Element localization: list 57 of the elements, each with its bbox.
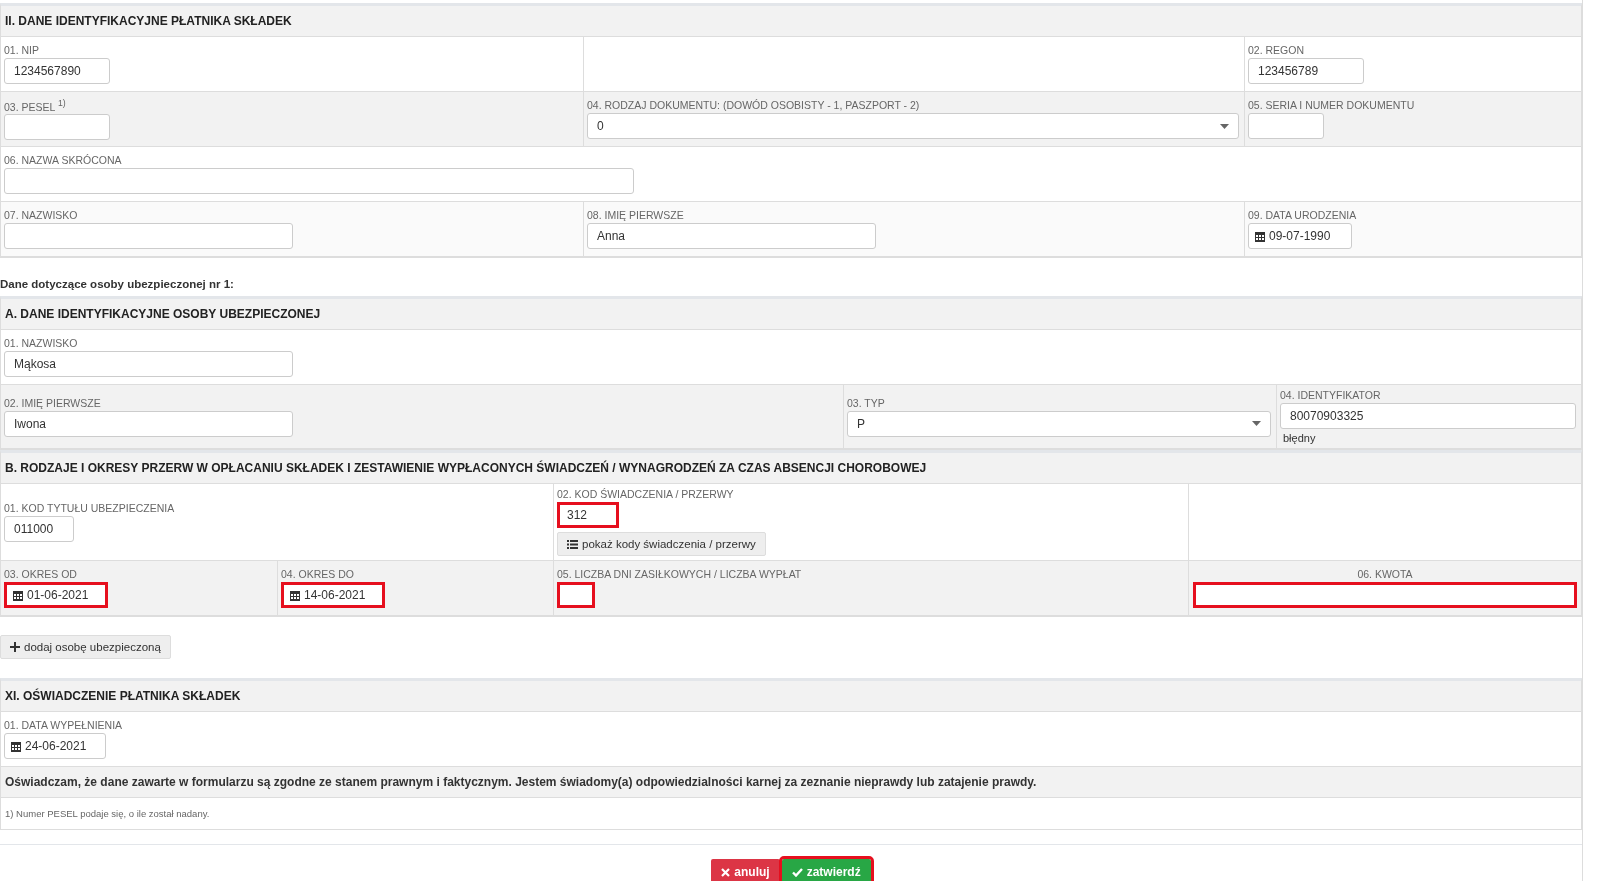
- field-label: 02. IMIĘ PIERWSZE: [4, 396, 101, 409]
- select-field[interactable]: P: [847, 410, 1271, 437]
- text-field[interactable]: 011000: [4, 516, 74, 542]
- show-codes-button[interactable]: pokaż kody świadczenia / przerwy: [557, 532, 766, 556]
- field-label: 03. TYP: [847, 396, 885, 409]
- text-field[interactable]: 80070903325: [1280, 403, 1576, 429]
- field-label: 09. DATA URODZENIA: [1248, 209, 1357, 221]
- field-label: 05. LICZBA DNI ZASIŁKOWYCH / LICZBA WYPŁAT: [557, 568, 802, 580]
- declaration-text: Oświadczam, że dane zawarte w formularzu są zgodne ze stanem prawnym i faktycznym. Jestem świadomy(a) odpowiedzialności karnej za zeznanie nieprawdy lub zatajenie prawdy.: [1, 767, 1581, 798]
- field-label: 04. IDENTYFIKATOR: [1280, 389, 1381, 401]
- field-label: 08. IMIĘ PIERWSZE: [587, 209, 684, 221]
- date-field[interactable]: 24-06-2021: [4, 733, 106, 759]
- field-label: 04. OKRES DO: [281, 568, 354, 580]
- field-label: 03. OKRES OD: [4, 568, 77, 580]
- list-icon: [567, 539, 578, 549]
- text-field[interactable]: Mąkosa: [4, 351, 293, 377]
- add-insured-button[interactable]: dodaj osobę ubezpieczoną: [0, 635, 171, 659]
- text-field[interactable]: Anna: [587, 223, 876, 249]
- date-field[interactable]: 14-06-2021: [281, 582, 385, 608]
- field-label: 03. PESEL $^{1)}$: [4, 97, 66, 113]
- calendar-icon: [1255, 230, 1265, 242]
- caret-icon: [1220, 123, 1229, 129]
- calendar-icon: [11, 740, 21, 752]
- field-label: 04. RODZAJ DOKUMENTU: (DOWÓD OSOBISTY - 1, PASZPORT - 2): [587, 99, 920, 111]
- check-icon: [791, 867, 803, 877]
- insured-person-heading: Dane dotyczące osoby ubezpieczonej nr 1:: [0, 277, 235, 292]
- date-field[interactable]: 09-07-1990: [1248, 223, 1352, 249]
- field-label: 06. KWOTA: [1357, 568, 1413, 580]
- field-label: 06. NAZWA SKRÓCONA: [4, 154, 122, 166]
- field-label: 01. KOD TYTUŁU UBEZPIECZENIA: [4, 502, 175, 514]
- text-field[interactable]: 123456789: [1248, 58, 1364, 84]
- text-field[interactable]: 1234567890: [4, 58, 110, 84]
- field-label: 05. SERIA I NUMER DOKUMENTU: [1248, 99, 1415, 111]
- section-title: A. DANE IDENTYFIKACYJNE OSOBY UBEZPIECZONEJ: [1, 299, 1581, 330]
- close-icon: [721, 867, 731, 877]
- calendar-icon: [290, 589, 300, 601]
- text-field[interactable]: 312: [557, 502, 619, 528]
- date-field[interactable]: 01-06-2021: [4, 582, 108, 608]
- section-title: B. RODZAJE I OKRESY PRZERW W OPŁACANIU SKŁADEK I ZESTAWIENIE WYPŁACONYCH ŚWIADCZEŃ / WYNAGRODZEŃ ZA CZAS ABSENCJI CHOROBOWEJ: [1, 453, 1581, 484]
- validation-message: błędny: [1283, 432, 1316, 444]
- select-field[interactable]: 0: [587, 113, 1239, 139]
- calendar-icon: [13, 589, 23, 601]
- text-field[interactable]: Iwona: [4, 410, 293, 437]
- field-label: 02. REGON: [1248, 44, 1305, 56]
- field-label: 07. NAZWISKO: [4, 209, 78, 221]
- text-field[interactable]: [557, 582, 595, 608]
- section-title: XI. OŚWIADCZENIE PŁATNIKA SKŁADEK: [1, 681, 1581, 712]
- text-field[interactable]: [1193, 582, 1577, 608]
- field-label: 02. KOD ŚWIADCZENIA / PRZERWY: [557, 488, 734, 500]
- field-label: 01. NAZWISKO: [4, 337, 78, 349]
- footnote-text: 1) Numer PESEL podaje się, o ile został nadany.: [4, 807, 211, 821]
- field-label: 01. NIP: [4, 44, 40, 56]
- section-title: II. DANE IDENTYFIKACYJNE PŁATNIKA SKŁADEK: [1, 6, 1581, 37]
- cancel-button[interactable]: anuluj: [711, 859, 780, 881]
- caret-icon: [1252, 421, 1261, 426]
- plus-icon: [10, 642, 20, 652]
- field-label: 01. DATA WYPEŁNIENIA: [4, 719, 123, 731]
